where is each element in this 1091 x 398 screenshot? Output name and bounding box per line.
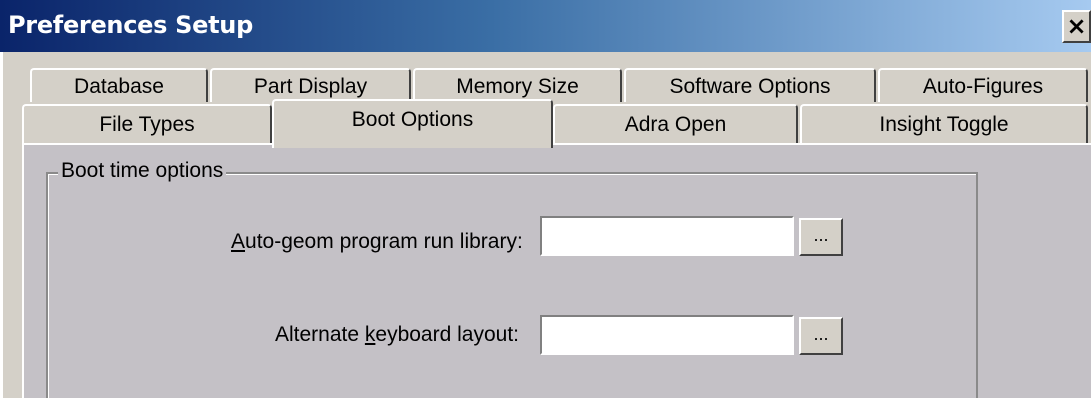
tab-label: Boot Options — [351, 108, 474, 131]
tab-file-types[interactable]: File Types — [22, 104, 272, 144]
tab-part-display[interactable]: Part Display — [210, 68, 411, 102]
mnemonic-letter: k — [364, 323, 376, 346]
tab-label: File Types — [99, 113, 195, 136]
tab-boot-options[interactable]: Boot Options — [272, 99, 553, 148]
tab-database[interactable]: Database — [30, 68, 208, 102]
keyboard-layout-input[interactable] — [540, 315, 794, 355]
autogeom-library-label: Auto-geom program run library: — [231, 230, 523, 254]
tab-insight-toggle[interactable]: Insight Toggle — [800, 104, 1088, 144]
label-text: uto-geom program run library: — [245, 230, 523, 253]
tab-auto-figures[interactable]: Auto-Figures — [878, 68, 1088, 102]
title-bar: Preferences Setup × — [0, 0, 1091, 52]
tab-software-options[interactable]: Software Options — [624, 68, 876, 102]
mnemonic-letter: A — [231, 230, 246, 253]
keyboard-layout-label: Alternate keyboard layout: — [275, 323, 519, 347]
tab-label: Insight Toggle — [879, 113, 1009, 136]
keyboard-browse-button[interactable]: ... — [799, 317, 843, 355]
close-icon: × — [1066, 12, 1087, 40]
autogeom-browse-button[interactable]: ... — [799, 218, 843, 256]
tab-memory-size[interactable]: Memory Size — [413, 68, 622, 102]
ellipsis-icon: ... — [813, 324, 829, 344]
ellipsis-icon: ... — [813, 225, 829, 245]
window-left-edge — [0, 52, 3, 398]
tab-label: Adra Open — [624, 113, 727, 136]
tab-label: Database — [74, 75, 164, 98]
close-button[interactable]: × — [1062, 10, 1091, 43]
tab-adra-open[interactable]: Adra Open — [553, 104, 798, 144]
label-text: eyboard layout: — [375, 323, 519, 346]
tab-label: Memory Size — [456, 75, 579, 98]
group-legend: Boot time options — [58, 159, 227, 183]
tab-label: Auto-Figures — [922, 75, 1044, 98]
tab-label: Software Options — [669, 75, 831, 98]
boot-options-group — [46, 172, 978, 398]
window-title: Preferences Setup — [8, 11, 253, 39]
tab-label: Part Display — [253, 75, 368, 98]
label-text: Alternate — [275, 323, 365, 346]
autogeom-library-input[interactable] — [540, 216, 794, 256]
